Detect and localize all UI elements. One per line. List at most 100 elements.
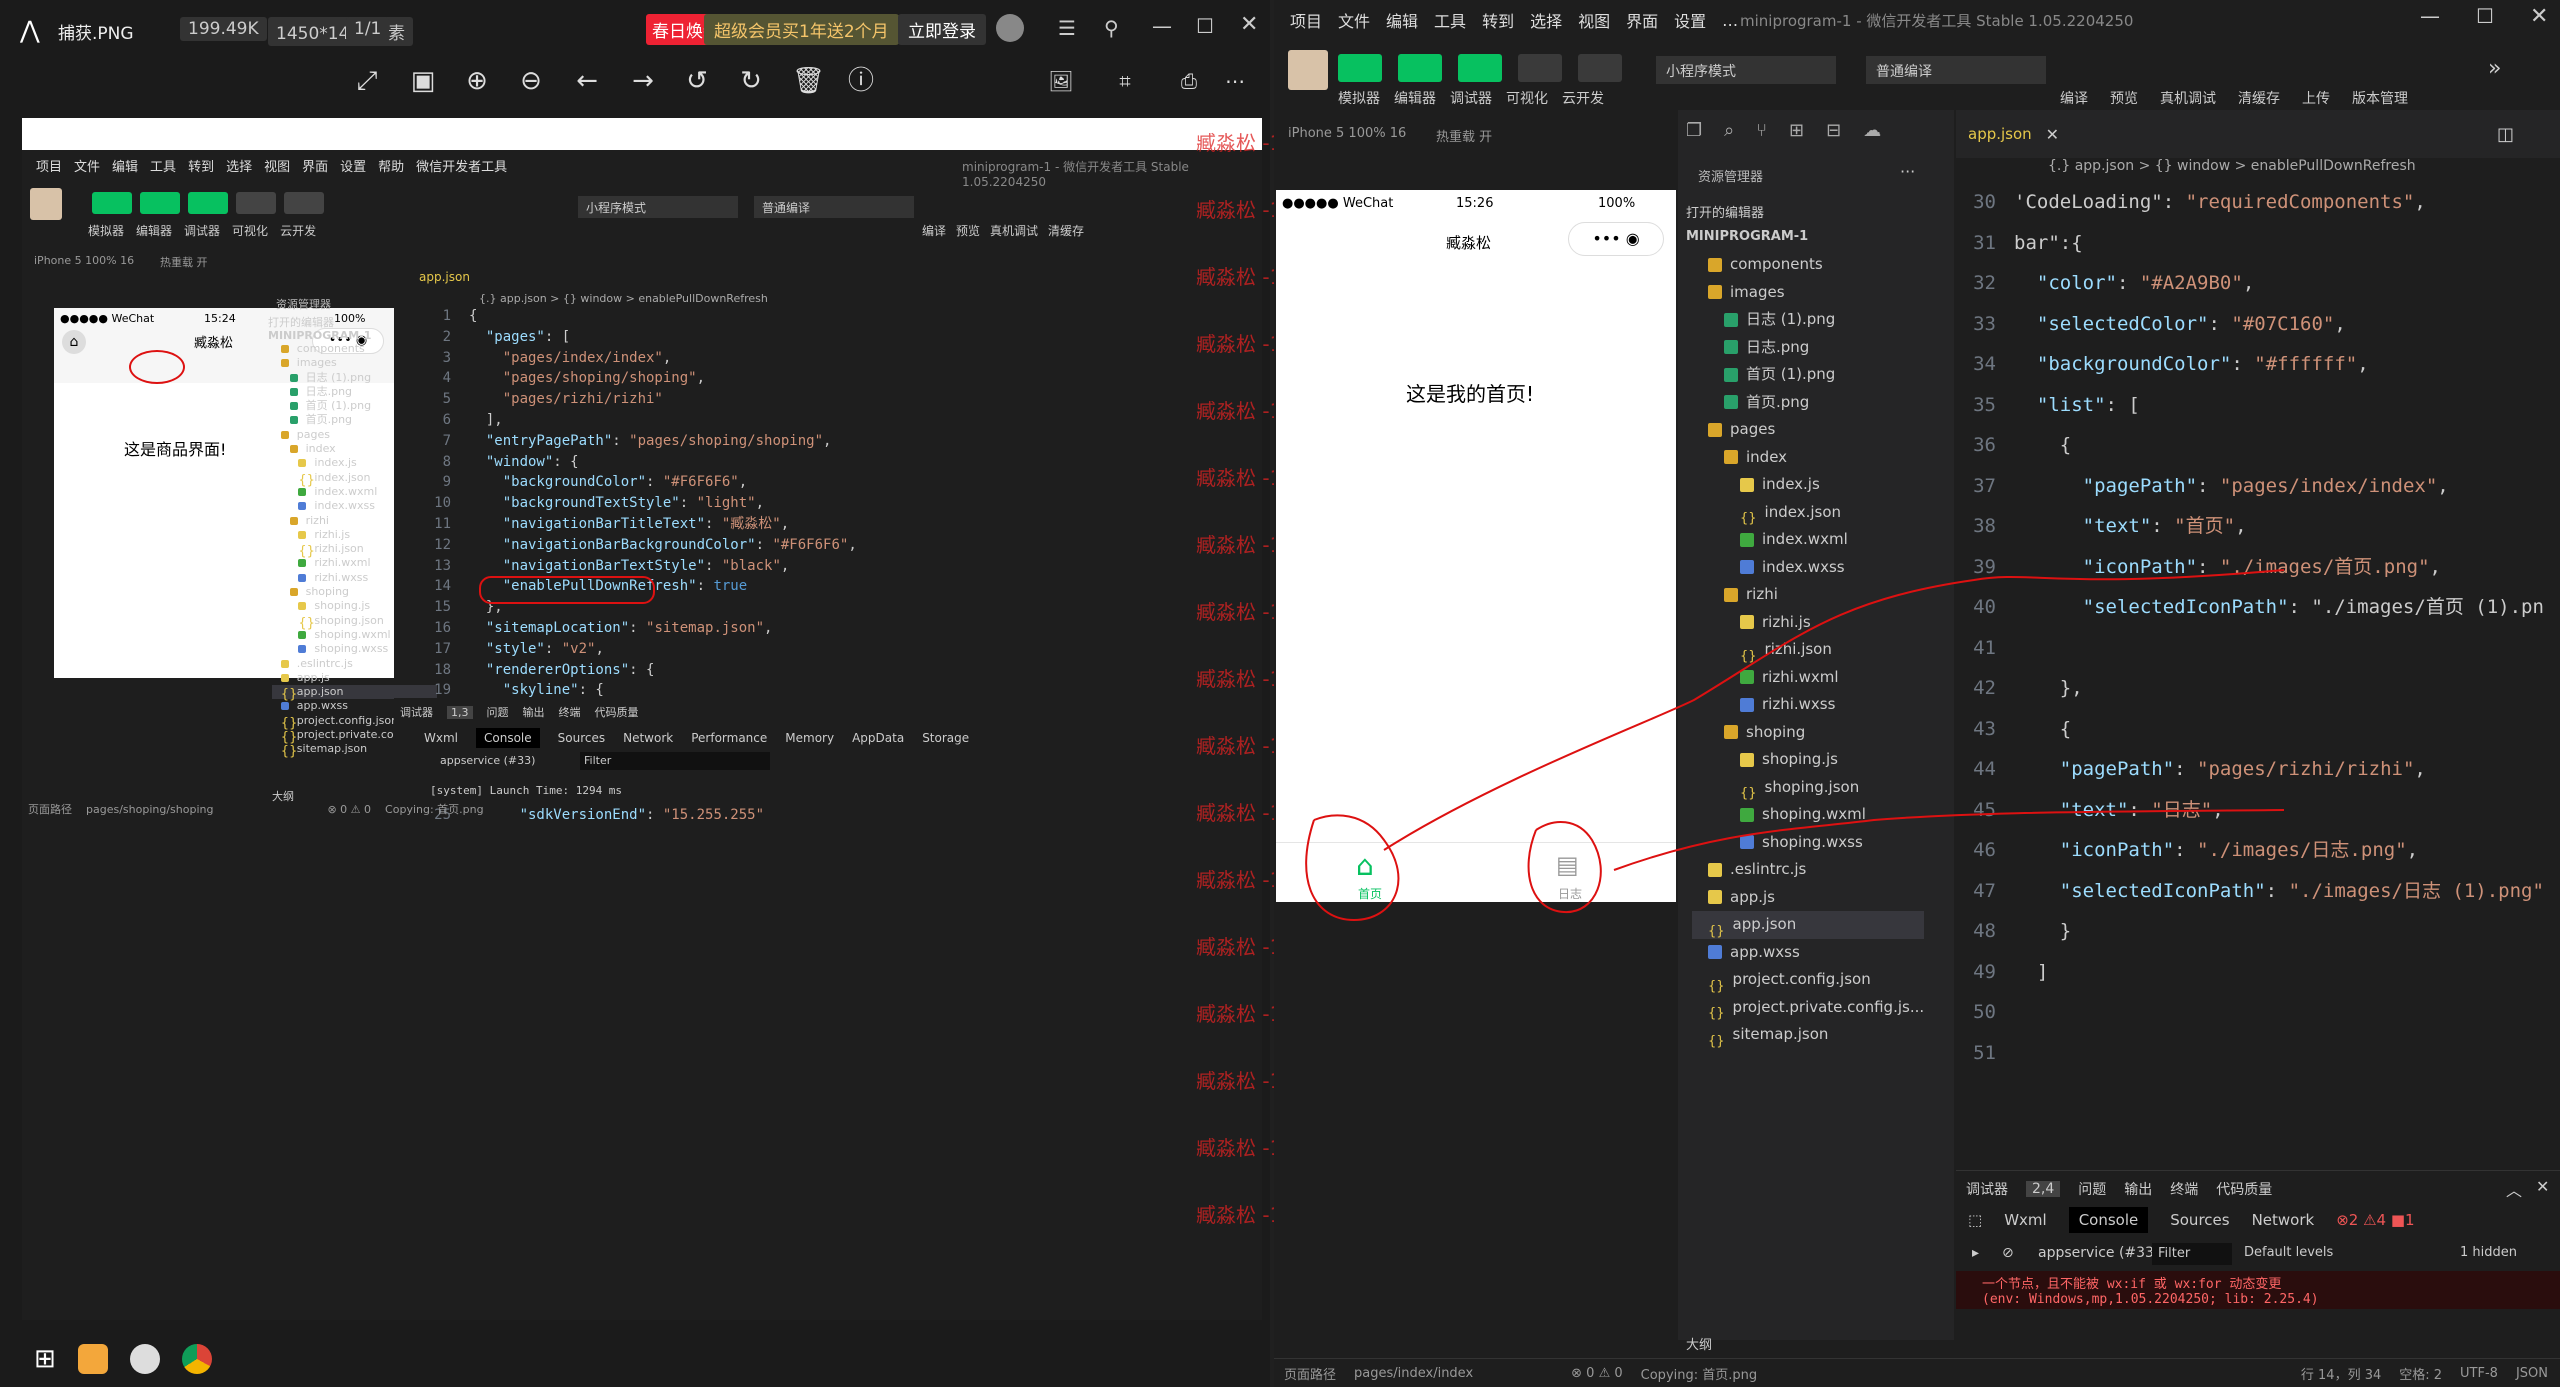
delete-icon[interactable]: 🗑 [792,66,825,96]
status-encoding[interactable]: UTF-8 [2460,1366,2498,1381]
code-line[interactable]: 10 "backgroundTextStyle": "light", [399,493,857,514]
close-icon[interactable]: ✕ [1240,12,1258,37]
code-line[interactable]: 7 "entryPagePath": "pages/shoping/shopin… [399,431,857,452]
code-line[interactable]: 4 "pages/shoping/shoping", [399,368,857,389]
next-icon[interactable]: → [628,66,658,96]
panel-tab[interactable]: 1,3 [447,705,473,719]
windows-start-icon[interactable]: ⊞ [34,1344,56,1374]
panel-tab[interactable]: 调试器 [400,704,433,720]
devtools-tab[interactable]: Sources [558,731,605,745]
left-user-avatar[interactable] [30,188,62,220]
devtools-tab[interactable]: Performance [691,731,767,745]
simulator-icon[interactable] [92,192,132,214]
devtools-tab-sources[interactable]: Sources [2170,1211,2229,1229]
status-page-path[interactable]: pages/shoping/shoping [86,803,213,816]
devtools-tab[interactable]: Wxml [424,731,458,745]
code-line[interactable]: 13 "navigationBarTextStyle": "black", [399,556,857,577]
status-language[interactable]: JSON [2516,1366,2548,1381]
editor-icon[interactable] [140,192,180,214]
minimize-icon[interactable]: — [1152,14,1172,38]
devtools-tab[interactable]: Console [476,728,540,748]
code-line[interactable]: 12 "navigationBarBackgroundColor": "#F6F… [399,535,857,556]
console-sidebar-icon[interactable]: ▸ [1972,1245,1979,1261]
status-problems[interactable]: ⊗ 0 ⚠ 0 [1571,1366,1623,1381]
menu-icon[interactable]: ☰ [1058,16,1076,40]
devtools-tab[interactable]: Storage [922,731,969,745]
menu-item[interactable]: 选择 [226,156,252,175]
more-icon[interactable]: ⋯ [1220,66,1250,96]
panel-tab[interactable]: 终端 [559,704,581,720]
menu-item[interactable]: 文件 [74,156,100,175]
menu-item[interactable]: 设置 [340,156,366,175]
menu-item[interactable]: 界面 [302,156,328,175]
project-root[interactable]: MINIPROGRAM-1 [268,329,371,342]
compile-button[interactable]: 编译 [922,222,946,239]
crop-icon[interactable]: ⌗ [1110,66,1140,96]
menu-item[interactable]: 帮助 [378,156,404,175]
panel-tab-quality[interactable]: 代码质量 [2216,1179,2272,1199]
menu-item[interactable]: 转到 [188,156,214,175]
print-icon[interactable]: ⎙ [1174,66,1204,96]
error-counts[interactable]: ⊗2 ⚠4 ■1 [2336,1211,2414,1229]
context-select[interactable]: appservice (#33) [2038,1245,2159,1261]
menu-item[interactable]: 微信开发者工具 [416,156,507,175]
code-line[interactable]: 6 ], [399,410,857,431]
open-editors[interactable]: 打开的编辑器 [268,314,334,330]
compile-select[interactable]: 普通编译 [754,196,914,218]
panel-tab-count[interactable]: 2,4 [2026,1181,2061,1197]
editor-tab[interactable]: app.json [419,270,470,284]
panel-tab-problems[interactable]: 问题 [2078,1179,2106,1199]
debugger-icon[interactable] [188,192,228,214]
promo-banner[interactable]: 超级会员买1年送2个月 [704,14,899,45]
previous-icon[interactable]: ← [572,66,602,96]
levels-select[interactable]: Default levels [2244,1245,2333,1260]
code-line[interactable]: 2 "pages": [ [399,327,857,348]
home-icon[interactable]: ⌂ [62,330,86,354]
status-indent[interactable]: 空格: 2 [2399,1364,2442,1383]
code-line[interactable]: 8 "window": { [399,452,857,473]
panel-tab[interactable]: 代码质量 [595,704,639,720]
code-line[interactable]: 17 "style": "v2", [399,639,857,660]
status-cursor[interactable]: 行 14，列 34 [2301,1364,2381,1383]
zoom-out-icon[interactable]: ⊖ [516,66,546,96]
devtools-tab[interactable]: Network [623,731,673,745]
info-icon[interactable]: ⓘ [846,66,876,96]
code-line[interactable]: 1{ [399,306,857,327]
hot-reload[interactable]: 热重载 开 [160,254,208,270]
actual-size-icon[interactable]: ▣ [408,66,438,96]
clear-cache-button[interactable]: 清缓存 [1048,222,1084,239]
menu-item[interactable]: 工具 [150,156,176,175]
code-line[interactable]: 9 "backgroundColor": "#F6F6F6", [399,472,857,493]
menu-item[interactable]: 视图 [264,156,290,175]
status-page-path-label[interactable]: 页面路径 [22,801,72,817]
rotate-left-icon[interactable]: ↺ [682,66,712,96]
panel-tab-output[interactable]: 输出 [2124,1179,2152,1199]
fit-screen-icon[interactable]: ⤢ [352,66,382,96]
filter-input[interactable]: Filter [2152,1243,2232,1265]
devtools-tab[interactable]: AppData [852,731,904,745]
panel-close-icon[interactable]: ✕ [2536,1177,2549,1196]
panel-tab-debugger[interactable]: 调试器 [1966,1179,2008,1199]
panel-tab-terminal[interactable]: 终端 [2170,1179,2198,1199]
inspect-icon[interactable]: ⬚ [1968,1211,1982,1229]
code-line[interactable]: 11 "navigationBarTitleText": "臧淼松", [399,514,857,535]
context-select[interactable]: appservice (#33) [440,754,535,767]
rotate-right-icon[interactable]: ↻ [736,66,766,96]
pin-icon[interactable]: ⚲ [1104,16,1119,40]
menu-item[interactable]: 项目 [36,156,62,175]
devtools-tab-wxml[interactable]: Wxml [2004,1211,2047,1229]
login-button[interactable]: 立即登录 [898,14,986,45]
devtools-tab-network[interactable]: Network [2252,1211,2315,1229]
code-line[interactable]: 16 "sitemapLocation": "sitemap.json", [399,618,857,639]
panel-collapse-icon[interactable]: ︿ [2506,1177,2522,1201]
code-line[interactable]: 5 "pages/rizhi/rizhi" [399,389,857,410]
avatar[interactable] [996,14,1024,42]
panel-tab[interactable]: 输出 [523,704,545,720]
status-problems[interactable]: ⊗ 0 ⚠ 0 [327,803,371,816]
chrome-icon[interactable] [181,1343,212,1374]
devtools-tab[interactable]: Memory [785,731,834,745]
wechat-icon[interactable] [129,1343,160,1374]
cloud-icon[interactable] [284,192,324,214]
mode-select[interactable]: 小程序模式 [578,196,738,218]
clear-console-icon[interactable]: ⊘ [2002,1245,2014,1261]
